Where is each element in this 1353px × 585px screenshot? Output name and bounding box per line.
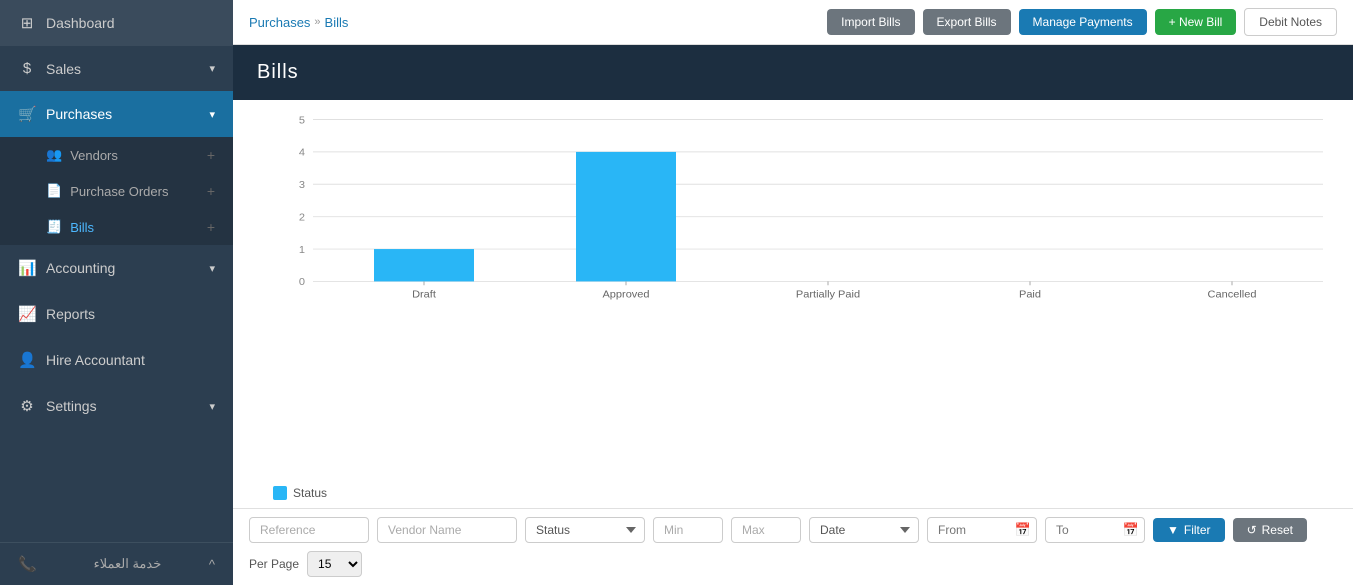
chevron-down-icon: ▾ <box>209 262 215 275</box>
manage-payments-button[interactable]: Manage Payments <box>1019 9 1147 35</box>
breadcrumb: Purchases » Bills <box>249 15 819 30</box>
sidebar-item-purchases[interactable]: 🛒 Purchases ▾ <box>0 91 233 137</box>
max-input[interactable] <box>731 517 801 543</box>
svg-text:4: 4 <box>299 147 305 159</box>
bar-approved <box>576 152 676 282</box>
purchase-orders-icon: 📄 <box>46 183 62 199</box>
sidebar-item-hire-accountant[interactable]: 👤 Hire Accountant <box>0 337 233 383</box>
sidebar-item-label: Dashboard <box>46 15 115 31</box>
dashboard-icon: ⊞ <box>18 14 36 32</box>
chevron-down-icon: ▾ <box>209 108 215 121</box>
date-select[interactable]: Date This Week This Month This Year <box>809 517 919 543</box>
filter-area: Status Draft Approved Partially Paid Pai… <box>233 508 1353 585</box>
from-date-wrap: 📅 <box>927 517 1037 543</box>
sidebar-item-label: Hire Accountant <box>46 352 145 368</box>
export-bills-button[interactable]: Export Bills <box>923 9 1011 35</box>
sidebar-item-accounting[interactable]: 📊 Accounting ▾ <box>0 245 233 291</box>
reset-button[interactable]: ↺ Reset <box>1233 518 1307 542</box>
sidebar-item-label: Accounting <box>46 260 115 276</box>
sidebar-item-label: Sales <box>46 61 81 77</box>
sidebar-item-dashboard[interactable]: ⊞ Dashboard <box>0 0 233 46</box>
chevron-down-icon: ▾ <box>209 400 215 413</box>
sales-icon: $ <box>18 60 36 77</box>
reports-icon: 📈 <box>18 305 36 323</box>
customer-service-icon: 📞 <box>18 555 36 573</box>
bills-icon: 🧾 <box>46 219 62 235</box>
sidebar-item-bills[interactable]: 🧾 Bills + <box>0 209 233 245</box>
customer-service[interactable]: 📞 خدمة العملاء ^ <box>0 542 233 585</box>
chart-legend: Status <box>233 478 1353 508</box>
add-order-icon[interactable]: + <box>207 183 215 199</box>
per-page-select[interactable]: 15 25 50 100 <box>307 551 362 577</box>
breadcrumb-current: Bills <box>325 15 349 30</box>
to-date-input[interactable] <box>1045 517 1145 543</box>
chart-area: 5 4 3 2 1 0 Draft Approved Partially Pai… <box>233 100 1353 478</box>
vendor-name-input[interactable] <box>377 517 517 543</box>
legend-label-status: Status <box>293 486 327 500</box>
filter-icon: ▼ <box>1167 523 1179 537</box>
sidebar-item-label: Reports <box>46 306 95 322</box>
sidebar-sub-label: Vendors <box>70 148 118 163</box>
status-select-wrap: Status Draft Approved Partially Paid Pai… <box>525 517 645 543</box>
chart-header: Bills <box>233 45 1353 100</box>
collapse-icon[interactable]: ^ <box>209 557 215 572</box>
bar-draft <box>374 249 474 281</box>
main-content: Purchases » Bills Import Bills Export Bi… <box>233 0 1353 585</box>
to-date-wrap: 📅 <box>1045 517 1145 543</box>
debit-notes-button[interactable]: Debit Notes <box>1244 8 1337 36</box>
bar-chart: 5 4 3 2 1 0 Draft Approved Partially Pai… <box>273 110 1333 310</box>
svg-text:3: 3 <box>299 179 305 191</box>
reset-icon: ↺ <box>1247 523 1257 537</box>
filter-button[interactable]: ▼ Filter <box>1153 518 1225 542</box>
new-bill-button[interactable]: + New Bill <box>1155 9 1237 35</box>
import-bills-button[interactable]: Import Bills <box>827 9 914 35</box>
svg-text:0: 0 <box>299 276 305 288</box>
breadcrumb-purchases[interactable]: Purchases <box>249 15 310 30</box>
breadcrumb-separator: » <box>314 16 320 28</box>
accounting-icon: 📊 <box>18 259 36 277</box>
per-page-label: Per Page <box>249 557 299 571</box>
add-vendor-icon[interactable]: + <box>207 147 215 163</box>
min-input[interactable] <box>653 517 723 543</box>
chevron-down-icon: ▾ <box>209 62 215 75</box>
from-date-input[interactable] <box>927 517 1037 543</box>
sidebar-item-label: Purchases <box>46 106 112 122</box>
sidebar: ⊞ Dashboard $ Sales ▾ 🛒 Purchases ▾ 👥 Ve… <box>0 0 233 585</box>
svg-text:2: 2 <box>299 212 305 224</box>
date-select-wrap: Date This Week This Month This Year <box>809 517 919 543</box>
chart-container: Bills 5 4 3 2 1 0 <box>233 45 1353 508</box>
svg-text:1: 1 <box>299 244 305 256</box>
legend-color-status <box>273 486 287 500</box>
svg-text:5: 5 <box>299 115 305 127</box>
sidebar-item-purchase-orders[interactable]: 📄 Purchase Orders + <box>0 173 233 209</box>
sidebar-sub-label: Purchase Orders <box>70 184 168 199</box>
svg-text:Paid: Paid <box>1019 289 1041 301</box>
svg-text:Cancelled: Cancelled <box>1208 289 1257 301</box>
status-select[interactable]: Status Draft Approved Partially Paid Pai… <box>525 517 645 543</box>
chart-title: Bills <box>257 61 1329 84</box>
topbar: Purchases » Bills Import Bills Export Bi… <box>233 0 1353 45</box>
sidebar-sub-label: Bills <box>70 220 94 235</box>
sidebar-item-settings[interactable]: ⚙ Settings ▾ <box>0 383 233 429</box>
sidebar-item-label: Settings <box>46 398 97 414</box>
purchases-icon: 🛒 <box>18 105 36 123</box>
sidebar-item-vendors[interactable]: 👥 Vendors + <box>0 137 233 173</box>
sidebar-item-reports[interactable]: 📈 Reports <box>0 291 233 337</box>
add-bill-icon[interactable]: + <box>207 219 215 235</box>
sidebar-item-sales[interactable]: $ Sales ▾ <box>0 46 233 91</box>
svg-text:Approved: Approved <box>602 289 649 301</box>
hire-icon: 👤 <box>18 351 36 369</box>
purchases-submenu: 👥 Vendors + 📄 Purchase Orders + 🧾 Bills … <box>0 137 233 245</box>
reference-input[interactable] <box>249 517 369 543</box>
svg-text:Partially Paid: Partially Paid <box>796 289 860 301</box>
settings-icon: ⚙ <box>18 397 36 415</box>
sidebar-bottom-label: خدمة العملاء <box>94 556 162 572</box>
svg-text:Draft: Draft <box>412 289 436 301</box>
vendors-icon: 👥 <box>46 147 62 163</box>
